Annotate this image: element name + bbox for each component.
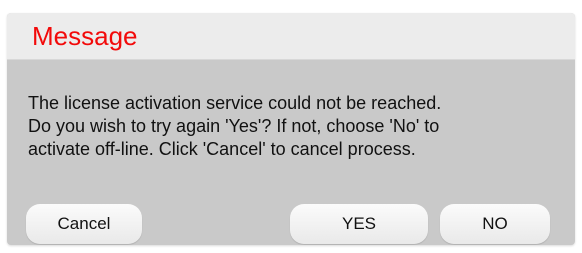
cancel-button[interactable]: Cancel xyxy=(26,204,142,244)
message-line-1: The license activation service could not… xyxy=(28,93,442,113)
dialog-title: Message xyxy=(32,21,138,51)
message-line-3: activate off-line. Click 'Cancel' to can… xyxy=(28,139,416,159)
message-dialog: Message The license activation service c… xyxy=(7,13,575,245)
dialog-message: The license activation service could not… xyxy=(28,92,573,161)
no-button[interactable]: NO xyxy=(440,204,550,244)
dialog-title-bar: Message xyxy=(7,13,575,60)
yes-button[interactable]: YES xyxy=(290,204,428,244)
message-line-2: Do you wish to try again 'Yes'? If not, … xyxy=(28,116,440,136)
